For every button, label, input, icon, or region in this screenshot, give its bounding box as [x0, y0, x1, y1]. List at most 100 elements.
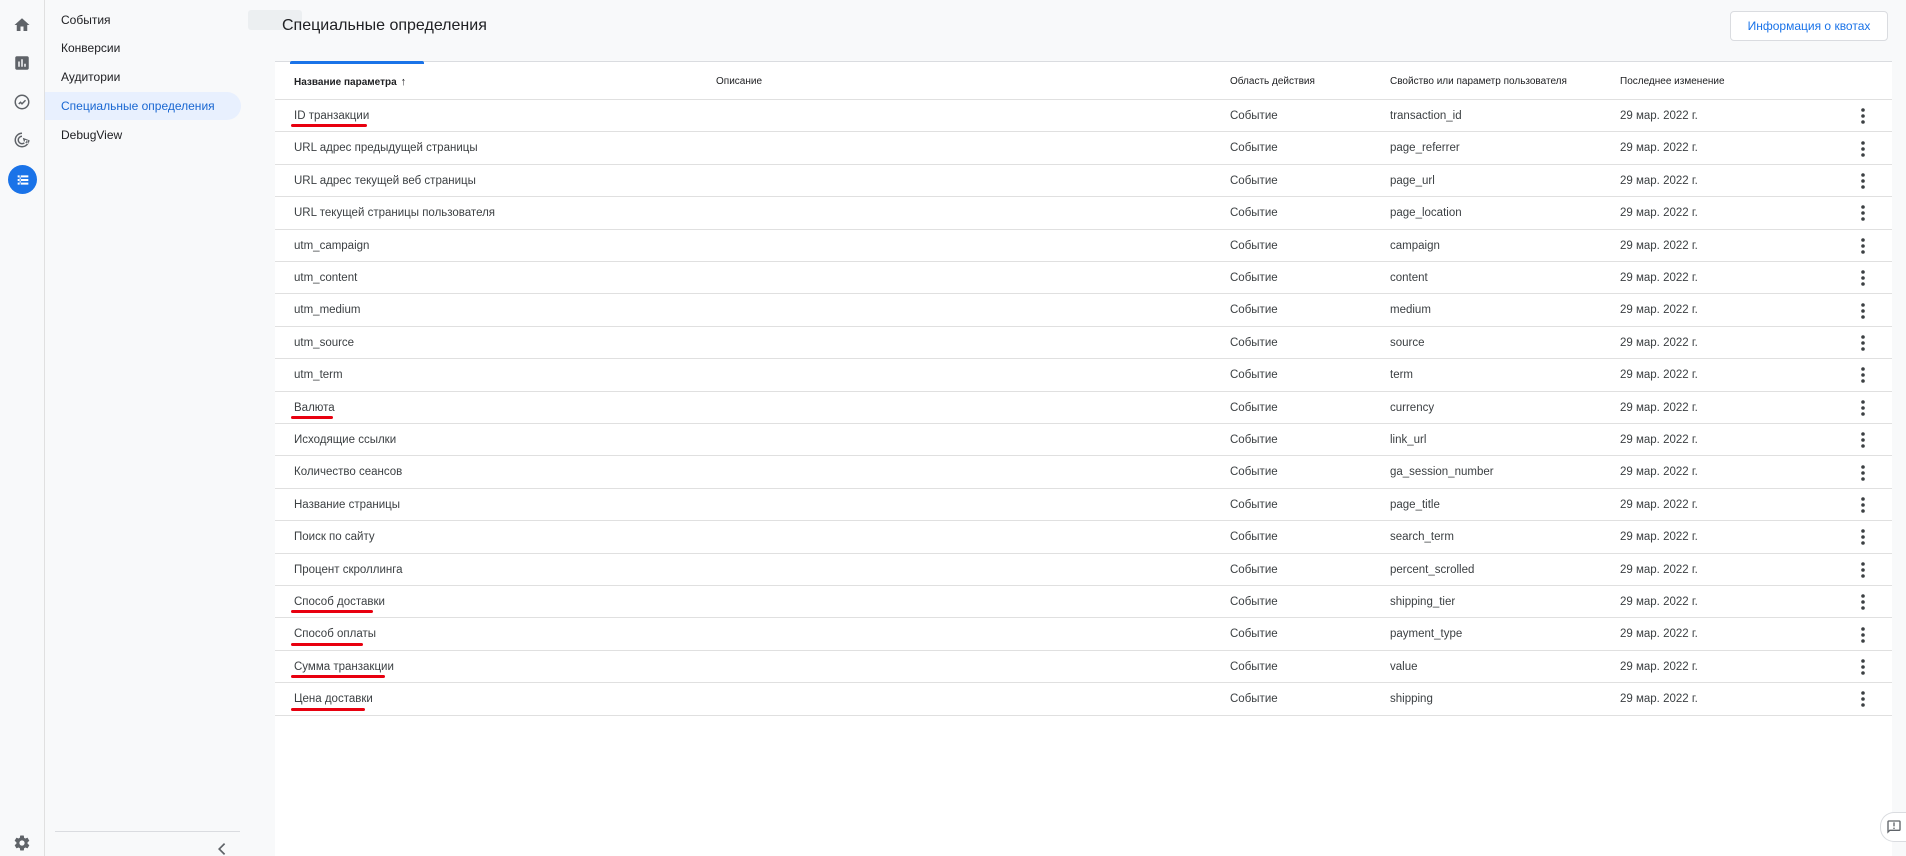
parameter-name[interactable]: Поиск по сайту — [294, 521, 375, 553]
table-row[interactable]: Количество сеансов Событие ga_session_numb… — [275, 456, 1892, 489]
reports-icon[interactable] — [10, 51, 34, 75]
nav-item-custom-definitions[interactable]: Специальные определения — [45, 92, 241, 120]
table-row[interactable]: Способ оплаты Событие payment_type 29 мар. … — [275, 618, 1892, 651]
table-row[interactable]: utm_medium Событие medium 29 мар. 2022 г. — [275, 294, 1892, 327]
modified-date-cell: 29 мар. 2022 г. — [1620, 401, 1698, 414]
more-vert-icon[interactable] — [1853, 527, 1873, 547]
modified-date-cell: 29 мар. 2022 г. — [1620, 142, 1698, 155]
configure-icon[interactable] — [8, 165, 37, 194]
table-row[interactable]: URL адрес предыдущей страницы Событие page… — [275, 132, 1892, 165]
table-row[interactable]: Сумма транзакции Событие value 29 мар. 2022… — [275, 651, 1892, 684]
chevron-left-icon[interactable] — [211, 843, 231, 856]
modified-date-cell: 29 мар. 2022 г. — [1620, 531, 1698, 544]
more-vert-icon[interactable] — [1853, 625, 1873, 645]
nav-item-conversions[interactable]: Конверсии — [45, 34, 241, 62]
more-vert-icon[interactable] — [1853, 203, 1873, 223]
more-vert-icon[interactable] — [1853, 333, 1873, 353]
parameter-name[interactable]: URL адрес текущей веб страницы — [294, 165, 476, 197]
more-vert-icon[interactable] — [1853, 689, 1873, 709]
parameter-name[interactable]: Количество сеансов — [294, 456, 402, 488]
scope-cell: Событие — [1230, 693, 1278, 706]
table-row[interactable]: Процент скроллинга Событие percent_scrolle… — [275, 554, 1892, 586]
parameter-name[interactable]: Способ оплаты — [294, 618, 376, 650]
table-header: Название параметра ↑ Описание Область дей… — [275, 62, 1892, 100]
scope-cell: Событие — [1230, 466, 1278, 479]
more-vert-icon[interactable] — [1853, 365, 1873, 385]
parameter-name[interactable]: Процент скроллинга — [294, 554, 403, 586]
parameter-name[interactable]: URL текущей страницы пользователя — [294, 197, 495, 229]
modified-date-cell: 29 мар. 2022 г. — [1620, 596, 1698, 608]
table-row[interactable]: utm_content Событие content 29 мар. 2022 г. — [275, 262, 1892, 295]
feedback-icon[interactable] — [1880, 812, 1906, 842]
table-row[interactable]: Валюта Событие currency 29 мар. 2022 г. — [275, 392, 1892, 424]
sub-navigation: События Конверсии Аудитории Специальные … — [45, 0, 245, 856]
property-cell: percent_scrolled — [1390, 563, 1475, 576]
home-icon[interactable] — [10, 13, 34, 37]
table-row[interactable]: Цена доставки Событие shipping 29 мар. 2022… — [275, 683, 1892, 716]
table-row[interactable]: Исходящие ссылки Событие link_url 29 мар. 2… — [275, 424, 1892, 457]
explore-icon[interactable] — [10, 90, 34, 114]
modified-date-cell: 29 мар. 2022 г. — [1620, 628, 1698, 641]
table-row[interactable]: utm_source Событие source 29 мар. 2022 г. — [275, 327, 1892, 360]
more-vert-icon[interactable] — [1853, 430, 1873, 450]
more-vert-icon[interactable] — [1853, 106, 1873, 126]
parameter-name[interactable]: URL адрес предыдущей страницы — [294, 132, 478, 164]
table-row[interactable]: URL адрес текущей веб страницы Событие pag… — [275, 165, 1892, 198]
more-vert-icon[interactable] — [1853, 657, 1873, 677]
more-vert-icon[interactable] — [1853, 398, 1873, 418]
parameter-name[interactable]: utm_term — [294, 359, 343, 391]
nav-divider — [55, 831, 240, 832]
more-vert-icon[interactable] — [1853, 139, 1873, 159]
nav-item-audiences[interactable]: Аудитории — [45, 63, 241, 91]
more-vert-icon[interactable] — [1853, 236, 1873, 256]
more-vert-icon[interactable] — [1853, 171, 1873, 191]
scope-cell: Событие — [1230, 596, 1278, 608]
table-row[interactable]: Поиск по сайту Событие search_term 29 мар. … — [275, 521, 1892, 554]
table-row[interactable]: ID транзакции Событие transaction_id 29 мар… — [275, 100, 1892, 133]
table-row[interactable]: URL текущей страницы пользователя Событие… — [275, 197, 1892, 230]
scope-cell: Событие — [1230, 304, 1278, 317]
more-vert-icon[interactable] — [1853, 560, 1873, 580]
scope-cell: Событие — [1230, 369, 1278, 382]
more-vert-icon[interactable] — [1853, 301, 1873, 321]
column-header-scope[interactable]: Область действия — [1230, 62, 1315, 100]
parameter-name[interactable]: ID транзакции — [294, 100, 369, 132]
table-row[interactable]: utm_campaign Событие campaign 29 мар. 2022 … — [275, 230, 1892, 262]
red-underline-annotation — [291, 610, 373, 614]
parameter-name[interactable]: utm_source — [294, 327, 354, 359]
scope-cell: Событие — [1230, 336, 1278, 349]
nav-item-debugview[interactable]: DebugView — [45, 121, 241, 149]
scope-cell: Событие — [1230, 110, 1278, 122]
gear-icon[interactable] — [10, 831, 34, 855]
column-header-modified[interactable]: Последнее изменение — [1620, 62, 1725, 100]
parameter-name[interactable]: Сумма транзакции — [294, 651, 394, 683]
modified-date-cell: 29 мар. 2022 г. — [1620, 272, 1698, 284]
more-vert-icon[interactable] — [1853, 495, 1873, 515]
advertising-icon[interactable] — [10, 128, 34, 152]
parameter-name[interactable]: Исходящие ссылки — [294, 424, 396, 456]
column-header-name[interactable]: Название параметра ↑ — [294, 62, 406, 100]
parameter-name[interactable]: Валюта — [294, 392, 335, 424]
modified-date-cell: 29 мар. 2022 г. — [1620, 304, 1698, 317]
nav-item-events[interactable]: События — [45, 6, 241, 34]
more-vert-icon[interactable] — [1853, 463, 1873, 483]
column-header-property[interactable]: Свойство или параметр пользователя — [1390, 62, 1567, 100]
property-cell: page_title — [1390, 498, 1440, 511]
parameter-name[interactable]: Цена доставки — [294, 683, 373, 715]
scope-cell: Событие — [1230, 531, 1278, 544]
property-cell: search_term — [1390, 531, 1454, 544]
table-row[interactable]: Название страницы Событие page_title 29 мар… — [275, 489, 1892, 522]
parameter-name[interactable]: Способ доставки — [294, 586, 385, 618]
red-underline-annotation — [291, 675, 385, 679]
parameter-name[interactable]: utm_content — [294, 262, 357, 294]
parameter-name[interactable]: utm_campaign — [294, 230, 369, 262]
table-row[interactable]: Способ доставки Событие shipping_tier 29 ма… — [275, 586, 1892, 619]
column-header-description[interactable]: Описание — [716, 62, 762, 100]
more-vert-icon[interactable] — [1853, 268, 1873, 288]
parameter-name[interactable]: utm_medium — [294, 294, 360, 326]
more-vert-icon[interactable] — [1853, 592, 1873, 612]
property-cell: page_referrer — [1390, 142, 1460, 155]
quota-info-button[interactable]: Информация о квотах — [1730, 11, 1888, 41]
parameter-name[interactable]: Название страницы — [294, 489, 400, 521]
table-row[interactable]: utm_term Событие term 29 мар. 2022 г. — [275, 359, 1892, 392]
